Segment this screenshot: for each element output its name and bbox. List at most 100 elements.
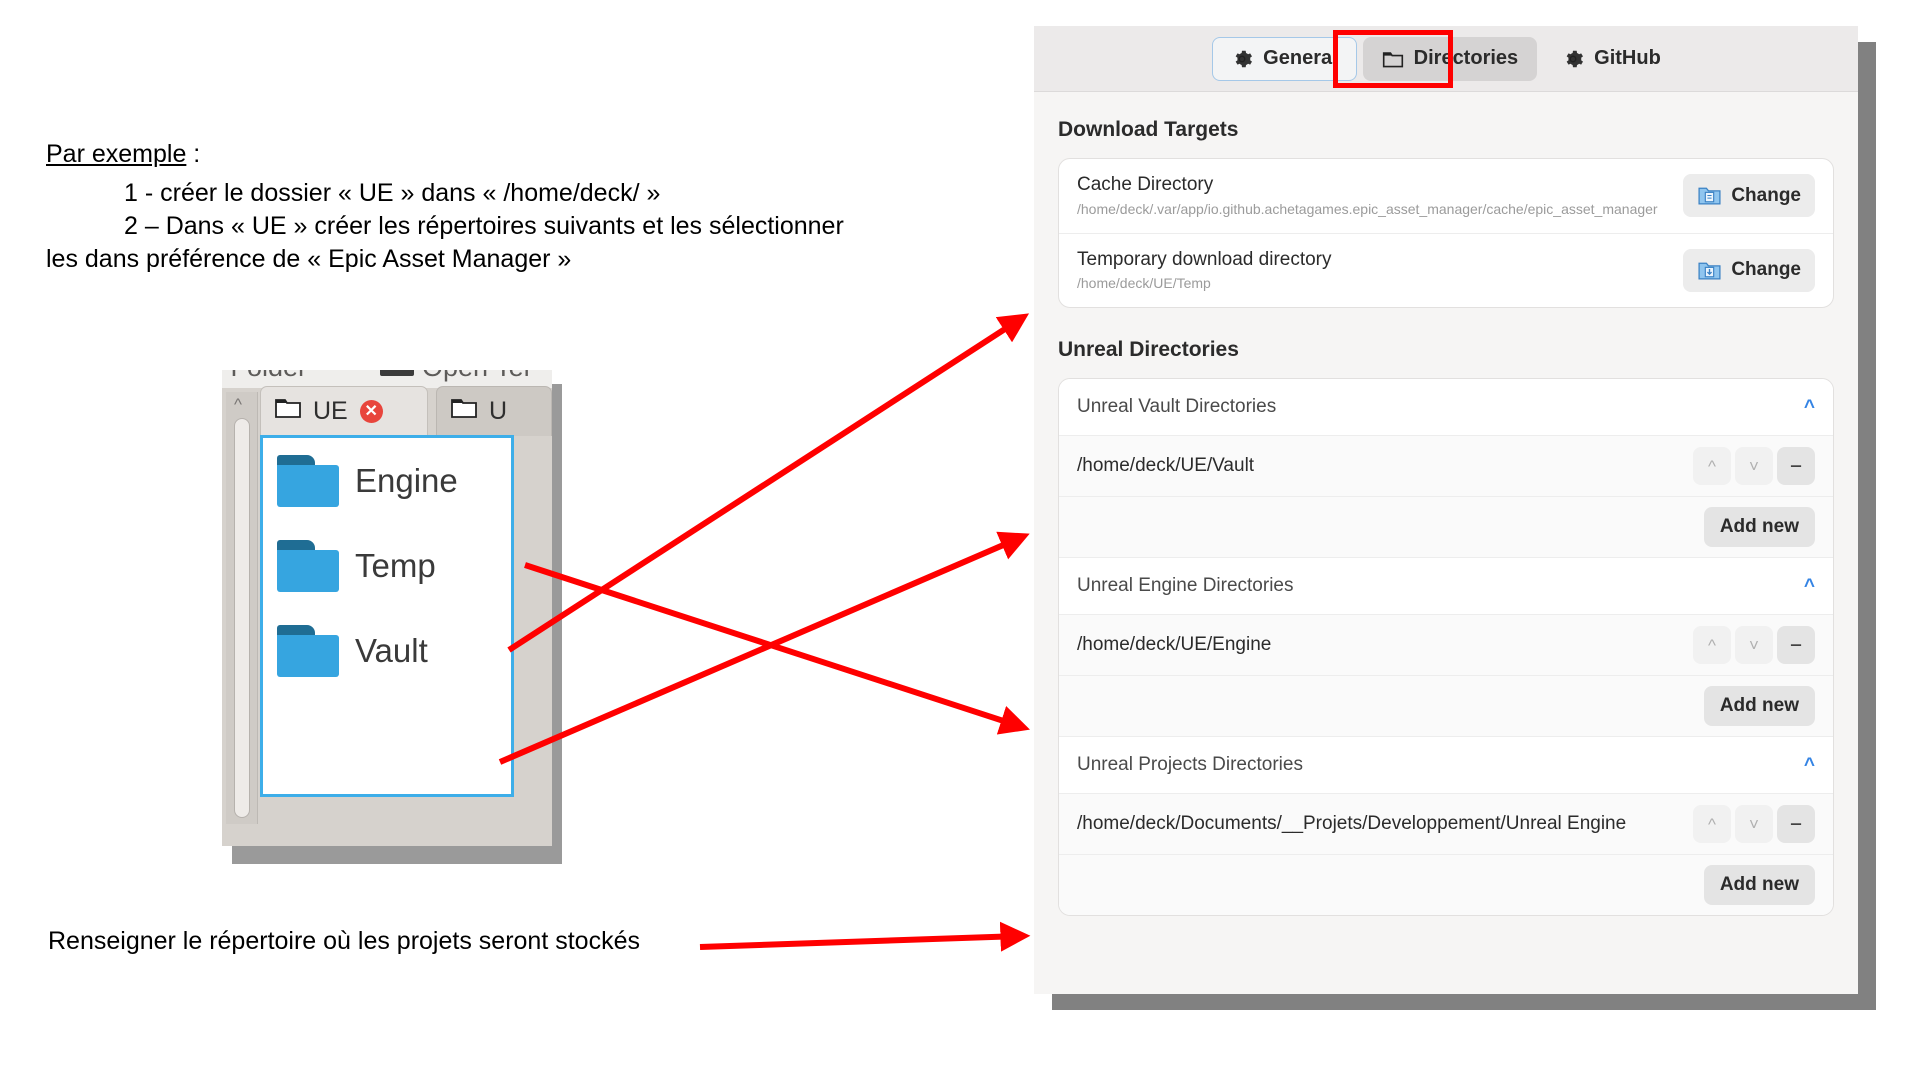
list-item-label: Vault xyxy=(355,631,428,669)
arrow-engine xyxy=(524,562,1030,735)
file-manager-screenshot: e Folder Open Ter ^ UE ✕ xyxy=(222,370,562,864)
dir-group-header[interactable]: Unreal Vault Directories ^ xyxy=(1059,379,1833,436)
dir-entry-actions: ^ ˅ − xyxy=(1693,805,1815,844)
folder-icon xyxy=(277,454,339,507)
dir-group-projects: Unreal Projects Directories ^ /home/deck… xyxy=(1059,736,1833,916)
folder-download-icon xyxy=(1697,258,1722,283)
download-target-title: Temporary download directory xyxy=(1077,248,1332,270)
dir-entry-path: /home/deck/Documents/__Projets/Developpe… xyxy=(1077,813,1627,835)
gear-icon xyxy=(1562,48,1584,70)
instructions-lead: Par exemple : xyxy=(46,138,966,171)
minus-icon[interactable]: − xyxy=(1777,447,1815,486)
arrow-projects xyxy=(699,921,1031,952)
toolbar-terminal-icon xyxy=(380,370,414,376)
dir-entry-path: /home/deck/UE/Engine xyxy=(1077,634,1272,656)
download-target-text: Cache Directory /home/deck/.var/app/io.g… xyxy=(1077,173,1669,219)
folder-icon xyxy=(451,397,477,426)
minus-icon[interactable]: − xyxy=(1777,626,1815,665)
tab-directories[interactable]: Directories xyxy=(1362,36,1538,81)
section-title-download-targets: Download Targets xyxy=(1058,118,1239,141)
download-target-path: /home/deck/UE/Temp xyxy=(1077,275,1211,292)
chevron-up-icon[interactable]: ^ xyxy=(1693,447,1731,486)
folder-icon xyxy=(1382,48,1404,70)
arrow-vault xyxy=(498,531,1030,765)
download-targets-card: Cache Directory /home/deck/.var/app/io.g… xyxy=(1058,158,1834,309)
caption-projects-directory: Renseigner le répertoire où les projets … xyxy=(48,927,640,955)
instructions-step-2: 2 – Dans « UE » créer les répertoires su… xyxy=(124,212,844,240)
file-manager-tab-second[interactable]: U xyxy=(436,386,552,436)
add-new-row: Add new xyxy=(1059,675,1833,737)
dir-group-vault: Unreal Vault Directories ^ /home/deck/UE… xyxy=(1059,379,1833,558)
change-button-label: Change xyxy=(1731,184,1801,206)
file-manager-tab-label: UE xyxy=(313,397,348,425)
chevron-up-icon[interactable]: ^ xyxy=(1804,398,1815,417)
gear-icon xyxy=(1231,48,1253,70)
download-target-title: Cache Directory xyxy=(1077,174,1214,195)
dir-entry-row: /home/deck/UE/Engine ^ ˅ − xyxy=(1059,614,1833,676)
settings-window: General Directories GitHub Download Targ… xyxy=(1034,26,1858,994)
list-item-label: Temp xyxy=(355,546,436,584)
file-manager-scrollbar[interactable]: ^ xyxy=(226,392,258,824)
dir-group-header[interactable]: Unreal Projects Directories ^ xyxy=(1059,737,1833,794)
download-target-row-cache: Cache Directory /home/deck/.var/app/io.g… xyxy=(1059,159,1833,233)
add-new-button[interactable]: Add new xyxy=(1703,507,1815,548)
toolbar-label-new-folder-clipped: e Folder xyxy=(222,370,307,383)
list-item[interactable]: Temp xyxy=(263,523,511,608)
dir-entry-actions: ^ ˅ − xyxy=(1693,447,1815,486)
chevron-up-icon[interactable]: ^ xyxy=(1693,626,1731,665)
dir-group-header[interactable]: Unreal Engine Directories ^ xyxy=(1059,558,1833,615)
instructions-step-1: 1 - créer le dossier « UE » dans « /home… xyxy=(124,179,661,207)
file-manager-tab-ue[interactable]: UE ✕ xyxy=(260,386,428,436)
file-manager-tab-strip: UE ✕ U xyxy=(260,386,552,436)
chevron-up-icon[interactable]: ^ xyxy=(1804,756,1815,775)
tab-github-label: GitHub xyxy=(1594,47,1661,69)
folder-icon xyxy=(277,624,339,677)
tab-directories-label: Directories xyxy=(1413,47,1519,69)
settings-tab-bar: General Directories GitHub xyxy=(1034,26,1858,92)
tab-general-label: General xyxy=(1263,47,1338,69)
scrollbar-thumb[interactable] xyxy=(234,418,250,818)
add-new-button[interactable]: Add new xyxy=(1703,865,1815,906)
folder-icon xyxy=(277,539,339,592)
dir-entry-row: /home/deck/UE/Vault ^ ˅ − xyxy=(1059,435,1833,497)
add-new-button[interactable]: Add new xyxy=(1703,686,1815,727)
settings-content: Download Targets Cache Directory /home/d… xyxy=(1034,92,1858,994)
file-manager-tab-label: U xyxy=(489,397,508,425)
add-new-row: Add new xyxy=(1059,496,1833,558)
dir-group-engine: Unreal Engine Directories ^ /home/deck/U… xyxy=(1059,557,1833,737)
dir-group-label: Unreal Projects Directories xyxy=(1077,754,1303,776)
file-manager-window: e Folder Open Ter ^ UE ✕ xyxy=(222,370,552,846)
chevron-down-icon[interactable]: ˅ xyxy=(1735,447,1773,486)
change-temp-directory-button[interactable]: Change xyxy=(1683,248,1815,292)
instructions-block: Par exemple : 1 - créer le dossier « UE … xyxy=(46,138,966,276)
change-button-label: Change xyxy=(1731,259,1801,281)
instructions-step-2-continued: les dans préférence de « Epic Asset Mana… xyxy=(46,245,572,273)
chevron-up-icon[interactable]: ^ xyxy=(1804,577,1815,596)
change-cache-directory-button[interactable]: Change xyxy=(1683,174,1815,218)
dir-entry-actions: ^ ˅ − xyxy=(1693,626,1815,665)
list-item[interactable]: Vault xyxy=(263,608,511,693)
instructions-lead-underlined: Par exemple xyxy=(46,140,187,168)
page-root: Par exemple : 1 - créer le dossier « UE … xyxy=(0,0,1920,1080)
chevron-down-icon[interactable]: ˅ xyxy=(1735,805,1773,844)
dir-entry-path: /home/deck/UE/Vault xyxy=(1077,455,1255,477)
tab-github[interactable]: GitHub xyxy=(1543,37,1680,81)
chevron-down-icon[interactable]: ˅ xyxy=(1735,626,1773,665)
file-manager-file-list: Engine Temp Vault xyxy=(260,435,514,797)
chevron-up-icon[interactable]: ^ xyxy=(1693,805,1731,844)
download-target-row-temp: Temporary download directory /home/deck/… xyxy=(1059,232,1833,308)
toolbar-label-open-terminal-clipped: Open Ter xyxy=(422,370,533,383)
list-item[interactable]: Engine xyxy=(263,438,511,523)
section-title-unreal-directories: Unreal Directories xyxy=(1058,338,1239,362)
folder-document-icon xyxy=(1697,183,1722,208)
dir-group-label: Unreal Engine Directories xyxy=(1077,575,1294,597)
arrow-temp xyxy=(507,313,1030,653)
minus-icon[interactable]: − xyxy=(1777,805,1815,844)
download-target-path: /home/deck/.var/app/io.github.achetagame… xyxy=(1077,200,1658,217)
instructions-lead-rest: : xyxy=(186,140,201,168)
close-icon[interactable]: ✕ xyxy=(359,400,383,423)
list-item-label: Engine xyxy=(355,461,458,499)
tab-general[interactable]: General xyxy=(1212,36,1357,81)
chevron-up-icon[interactable]: ^ xyxy=(234,396,242,413)
